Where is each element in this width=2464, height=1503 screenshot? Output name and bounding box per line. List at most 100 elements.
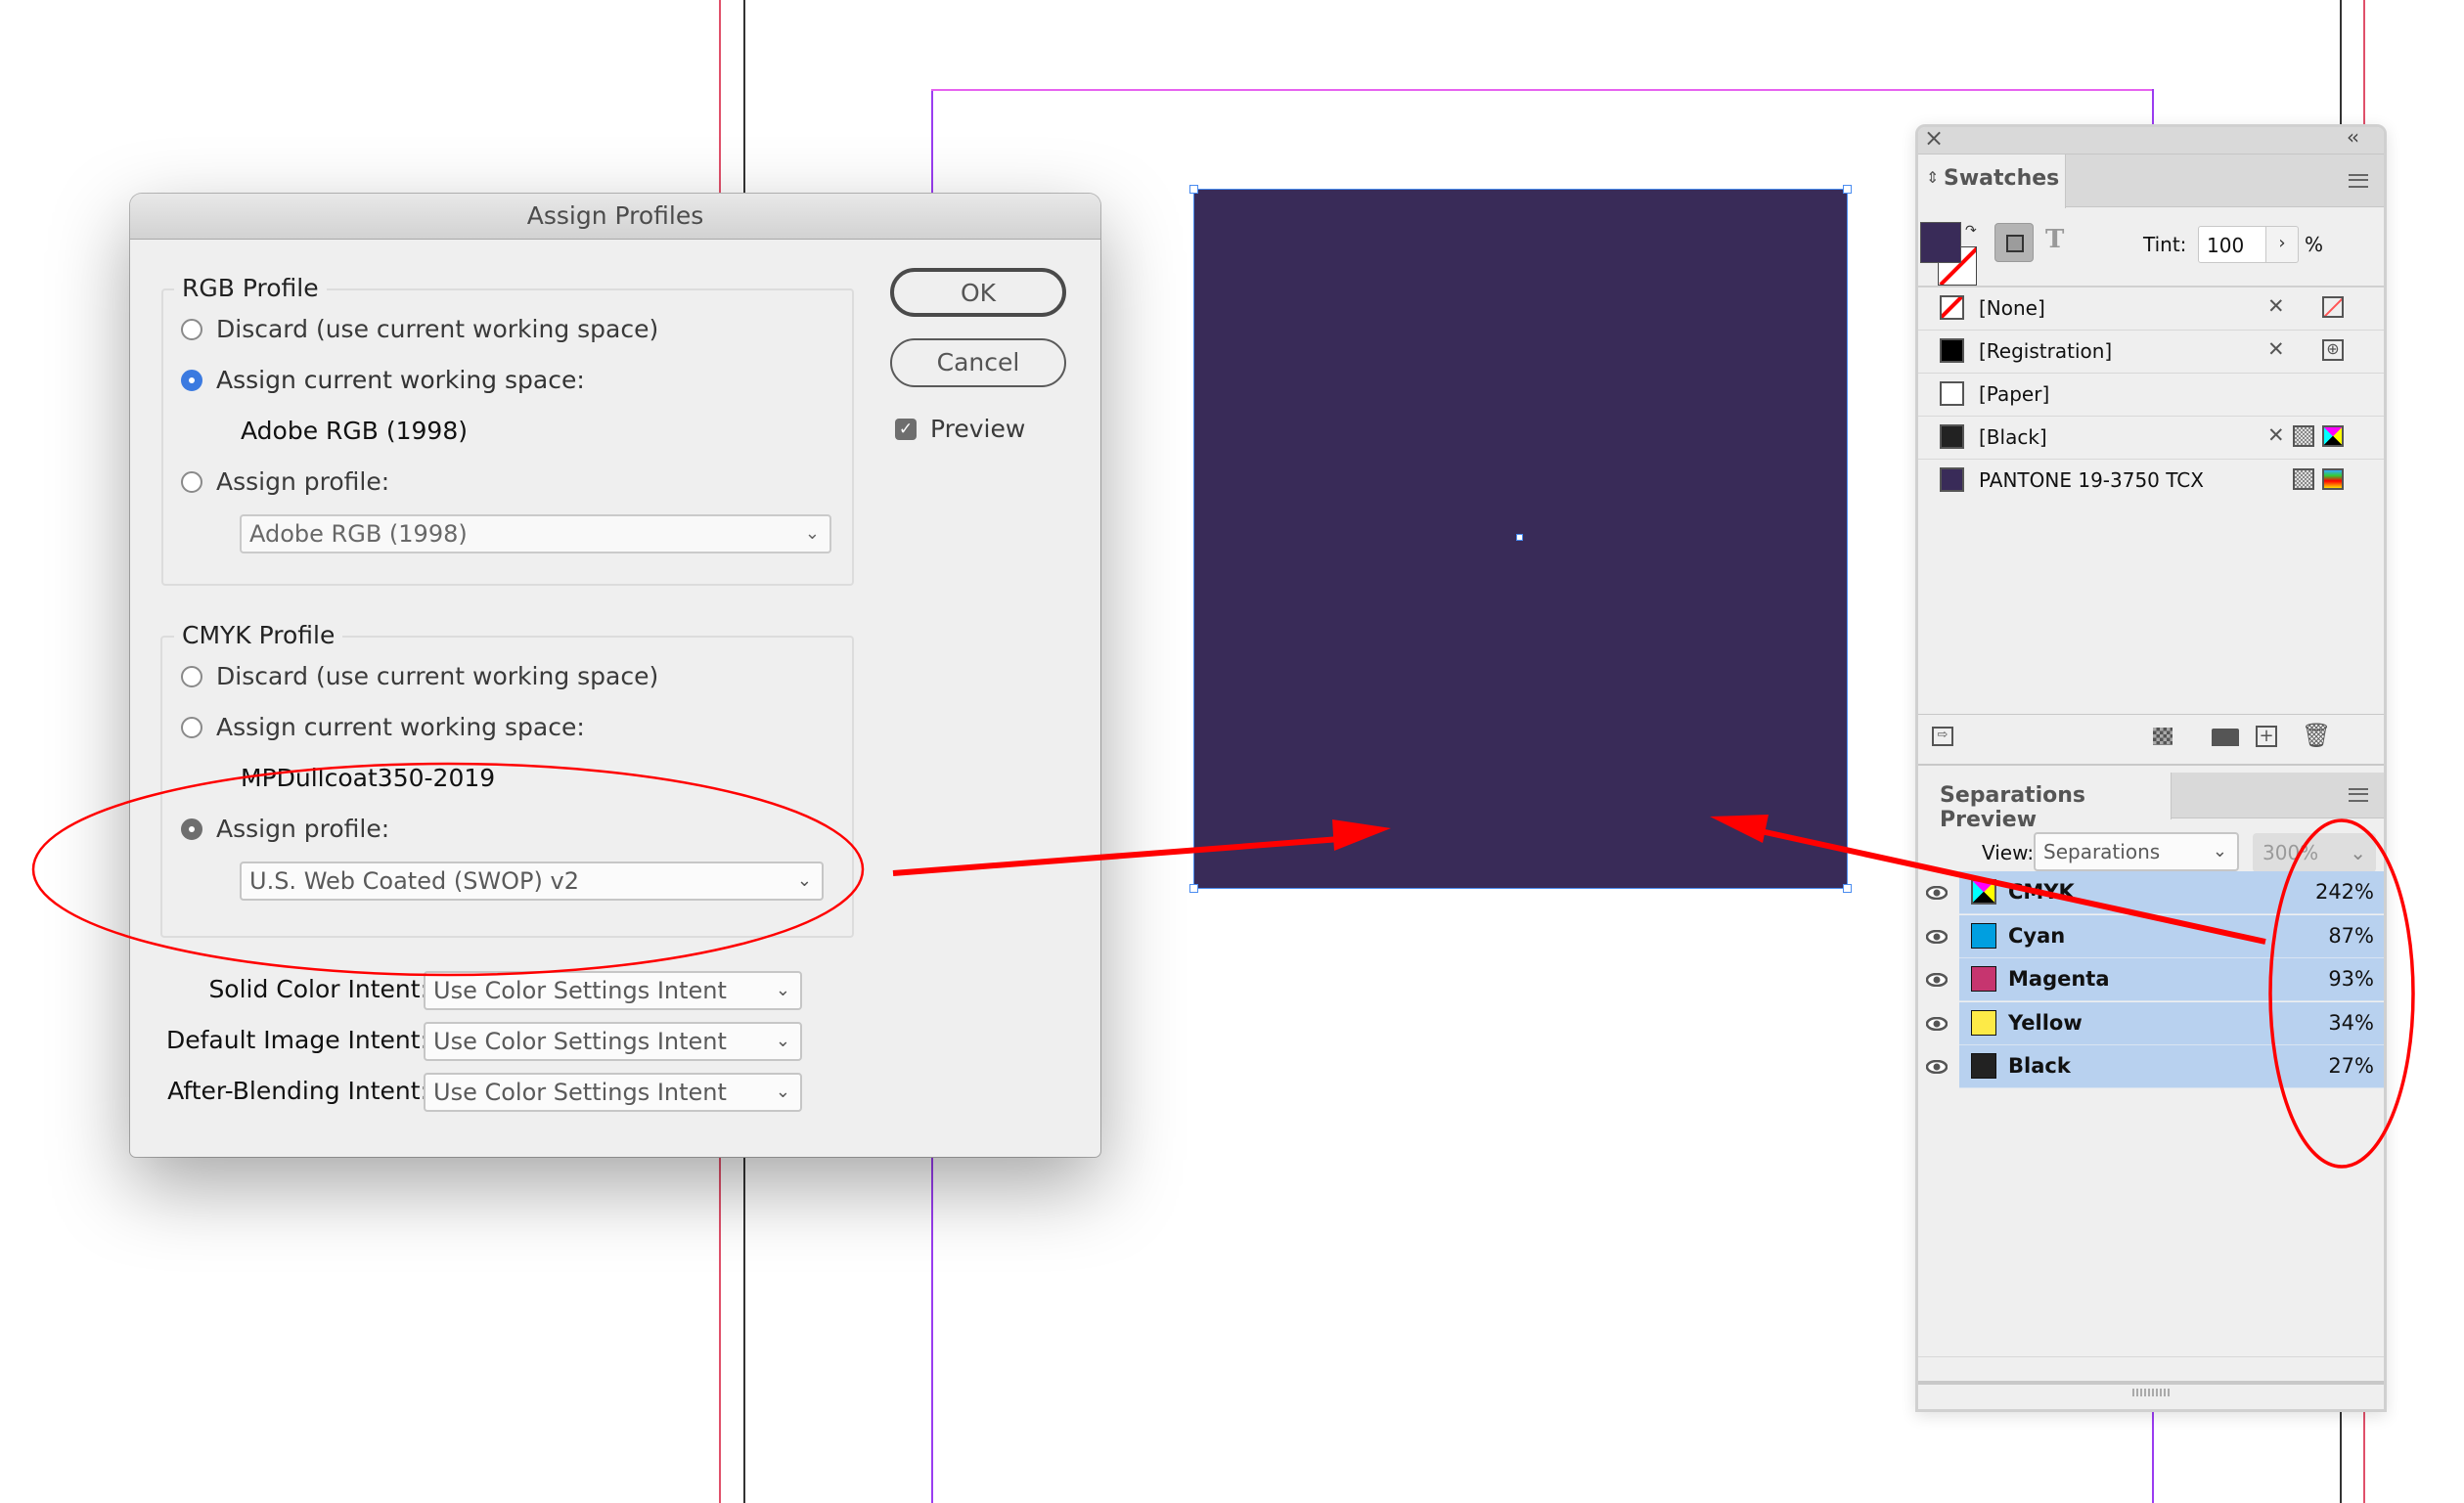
cancel-button[interactable]: Cancel [890, 338, 1066, 387]
formatting-affects-text-icon[interactable]: T [2045, 225, 2064, 254]
cmyk-discard-option[interactable]: Discard (use current working space) [181, 662, 658, 690]
resize-handle-top-left[interactable] [1189, 185, 1198, 194]
preview-label: Preview [930, 415, 1026, 443]
visibility-eye-icon[interactable] [1925, 1016, 1949, 1031]
non-editable-icon: ✕ [2267, 337, 2285, 361]
rgb-profile-label: RGB Profile [174, 274, 327, 302]
swatch-row-registration[interactable]: [Registration] ✕ ⊕ [1918, 330, 2384, 374]
ink-color-chip [1971, 966, 1996, 992]
dialog-title: Assign Profiles [130, 194, 1100, 240]
cmyk-assign-profile-option[interactable]: Assign profile: [181, 815, 389, 843]
swatch-name: [None] [1979, 296, 2045, 320]
separations-empty-area [1918, 1092, 2384, 1357]
after-blending-intent-select[interactable]: Use Color Settings Intent ⌄ [424, 1073, 802, 1112]
ink-color-chip [1971, 922, 1996, 949]
tint-slider-toggle[interactable]: › [2265, 226, 2299, 263]
tab-stepper-icon: ⇕ [1926, 168, 1940, 187]
visibility-eye-icon[interactable] [1925, 972, 1949, 988]
radio-button[interactable] [181, 470, 202, 493]
ink-color-chip [1971, 1053, 1996, 1079]
default-image-intent-label: Default Image Intent: [165, 1026, 428, 1054]
resize-grip[interactable] [1918, 1381, 2384, 1385]
ink-limit-select[interactable]: 300% ⌄ [2253, 833, 2376, 872]
separation-row-cmyk[interactable]: CMYK 242% [1918, 871, 2384, 914]
paper-swatch-chip [1940, 381, 1964, 406]
default-image-intent-select[interactable]: Use Color Settings Intent ⌄ [424, 1022, 802, 1061]
visibility-eye-icon[interactable] [1925, 885, 1949, 901]
view-mode-select[interactable]: Separations ⌄ [2034, 832, 2239, 871]
cmyk-profile-select[interactable]: U.S. Web Coated (SWOP) v2 ⌄ [240, 862, 824, 901]
rgb-assign-working-option[interactable]: Assign current working space: [181, 366, 585, 394]
visibility-eye-icon[interactable] [1925, 1059, 1949, 1075]
rgb-discard-option[interactable]: Discard (use current working space) [181, 315, 658, 343]
new-color-group-icon[interactable] [2212, 729, 2239, 746]
rgb-assign-profile-option[interactable]: Assign profile: [181, 467, 389, 496]
place-swatches-icon[interactable]: ⇨ [1932, 727, 1953, 746]
close-icon[interactable]: × [1924, 127, 1944, 152]
non-editable-icon: ✕ [2267, 423, 2285, 447]
swatch-row-none[interactable]: [None] ✕ [1918, 287, 2384, 331]
none-color-mode-icon [2322, 296, 2344, 318]
resize-handle-top-right[interactable] [1843, 185, 1852, 194]
separation-row-magenta[interactable]: Magenta 93% [1918, 958, 2384, 1001]
delete-swatch-icon[interactable]: 🗑 [2302, 722, 2331, 749]
swatch-row-pantone[interactable]: PANTONE 19-3750 TCX [1918, 459, 2384, 502]
checkbox-checked-icon[interactable]: ✓ [895, 418, 917, 440]
assign-profiles-dialog: Assign Profiles RGB Profile Discard (use… [130, 194, 1100, 1157]
radio-button-selected[interactable] [181, 369, 202, 391]
preview-checkbox[interactable]: ✓ Preview [895, 415, 1025, 443]
resize-handle-bottom-right[interactable] [1843, 884, 1852, 893]
collapse-panel-icon[interactable]: ‹‹ [2347, 127, 2359, 149]
option-label: Assign current working space: [216, 366, 585, 394]
swatch-name: [Paper] [1979, 382, 2050, 406]
swatch-row-black[interactable]: [Black] ✕ [1918, 416, 2384, 460]
tint-input[interactable]: 100 [2198, 226, 2266, 263]
new-swatch-icon[interactable]: + [2256, 726, 2277, 747]
tab-swatches[interactable]: ⇕ Swatches [1918, 155, 2066, 208]
swatch-name: [Registration] [1979, 339, 2113, 363]
rgb-working-space-value: Adobe RGB (1998) [241, 417, 468, 445]
tab-separations-preview[interactable]: Separations Preview [1918, 773, 2172, 832]
solid-color-intent-select[interactable]: Use Color Settings Intent ⌄ [424, 971, 802, 1010]
visibility-eye-icon[interactable] [1925, 929, 1949, 944]
fill-swatch[interactable] [1920, 222, 1961, 263]
registration-mark-icon: ⊕ [2322, 339, 2344, 361]
separation-name: Yellow [2008, 1010, 2083, 1035]
selected-color-frame[interactable] [1189, 185, 1852, 893]
swatch-row-paper[interactable]: [Paper] [1918, 373, 2384, 417]
select-value: Use Color Settings Intent [433, 1079, 727, 1106]
tab-label: Separations Preview [1940, 783, 2085, 832]
separations-menu-icon[interactable] [2349, 788, 2368, 802]
chevron-down-icon: ⌄ [796, 870, 812, 891]
pantone-swatch-chip [1940, 467, 1964, 492]
cmyk-assign-working-option[interactable]: Assign current working space: [181, 713, 585, 741]
chevron-down-icon: ⌄ [2212, 841, 2227, 862]
option-label: Assign profile: [216, 815, 390, 843]
resize-grip-icon[interactable] [2132, 1389, 2170, 1396]
panel-menu-icon[interactable] [2349, 174, 2368, 188]
swatch-view-grid-icon[interactable] [2153, 728, 2173, 745]
resize-handle-bottom-left[interactable] [1189, 884, 1198, 893]
ok-button[interactable]: OK [890, 268, 1066, 317]
radio-button[interactable] [181, 318, 202, 340]
radio-button[interactable] [181, 665, 202, 687]
separation-row-black[interactable]: Black 27% [1918, 1045, 2384, 1088]
option-label: Discard (use current working space) [216, 315, 659, 343]
separation-ink-coverage: 87% [2328, 923, 2374, 948]
formatting-affects-container-button[interactable] [1994, 223, 2034, 262]
cmyk-composite-icon [1971, 879, 1996, 905]
chevron-down-icon: ⌄ [775, 1031, 790, 1051]
radio-button-selected[interactable] [181, 818, 202, 840]
cmyk-mode-icon [2322, 425, 2344, 447]
option-label: Assign profile: [216, 467, 390, 496]
separation-name: Cyan [2008, 923, 2066, 948]
separation-row-yellow[interactable]: Yellow 34% [1918, 1001, 2384, 1045]
select-value: Use Color Settings Intent [433, 1028, 727, 1055]
none-swatch-chip [1940, 295, 1964, 320]
separation-row-cyan[interactable]: Cyan 87% [1918, 914, 2384, 958]
panel-top-bar [1918, 127, 2384, 155]
radio-button[interactable] [181, 716, 202, 738]
rgb-profile-select[interactable]: Adobe RGB (1998) ⌄ [240, 514, 831, 553]
solid-color-intent-label: Solid Color Intent: [208, 975, 428, 1003]
swap-fill-stroke-icon[interactable]: ↷ [1965, 223, 1977, 239]
